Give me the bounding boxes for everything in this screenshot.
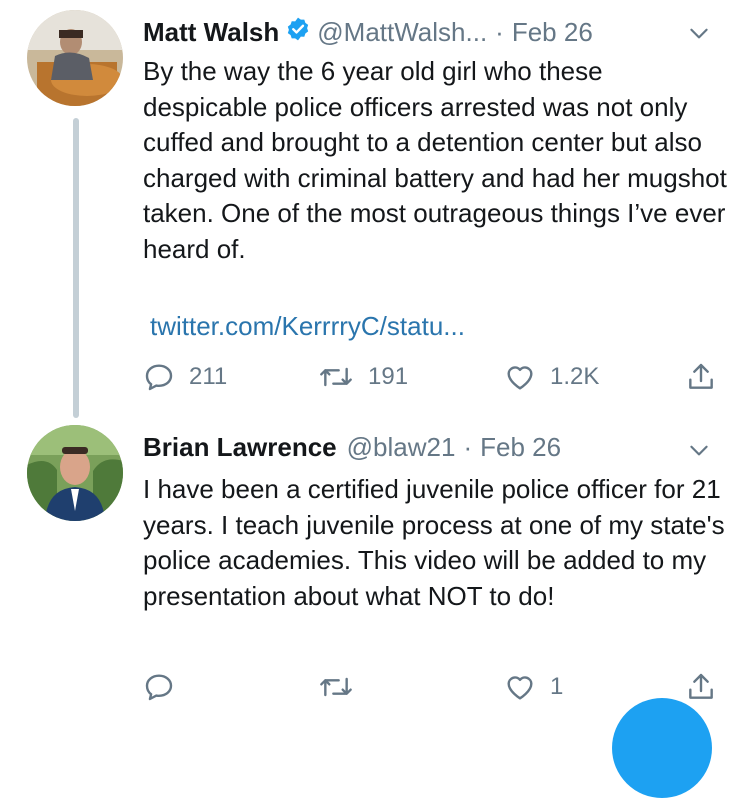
tweet-date[interactable]: Feb 26 <box>480 432 561 462</box>
reply-icon <box>143 671 175 703</box>
reply-button[interactable] <box>143 667 189 707</box>
display-name[interactable]: Brian Lawrence <box>143 432 337 462</box>
retweet-button[interactable] <box>318 667 368 707</box>
tweet-matt-walsh[interactable]: Matt Walsh @MattWalsh... · Feb 26 By the… <box>0 0 750 420</box>
avatar[interactable] <box>27 10 123 106</box>
tweet-actions: 1 <box>0 667 750 707</box>
tweet-text: By the way the 6 year old girl who these… <box>143 56 727 264</box>
chevron-down-icon[interactable] <box>686 20 712 46</box>
tweet-brian-lawrence[interactable]: Brian Lawrence @blaw21 · Feb 26 I have b… <box>0 420 750 720</box>
tweet-header: Matt Walsh @MattWalsh... · Feb 26 <box>143 16 593 48</box>
chevron-down-icon[interactable] <box>686 437 712 463</box>
reply-count: 211 <box>189 363 228 390</box>
like-icon <box>504 361 536 393</box>
reply-button[interactable]: 211 <box>143 357 227 397</box>
tweet-link[interactable]: twitter.com/KerrrryC/statu... <box>150 311 465 341</box>
tweet-text: I have been a certified juvenile police … <box>143 474 725 611</box>
like-icon <box>504 671 536 703</box>
user-handle[interactable]: @MattWalsh... <box>317 17 487 47</box>
share-icon <box>685 361 717 393</box>
separator-dot: · <box>495 17 504 47</box>
user-handle[interactable]: @blaw21 <box>347 432 456 462</box>
like-button[interactable]: 1 <box>504 667 563 707</box>
like-button[interactable]: 1.2K <box>504 357 599 397</box>
reply-icon <box>143 361 175 393</box>
verified-badge-icon <box>285 16 311 48</box>
retweet-button[interactable]: 191 <box>318 357 408 397</box>
tweet-actions: 211 191 1.2K <box>0 357 750 397</box>
tweet-header: Brian Lawrence @blaw21 · Feb 26 <box>143 432 561 462</box>
like-count: 1 <box>550 673 564 700</box>
share-button[interactable] <box>685 357 717 397</box>
separator-dot: · <box>463 432 473 462</box>
retweet-icon <box>318 361 354 393</box>
avatar[interactable] <box>27 425 123 521</box>
display-name[interactable]: Matt Walsh <box>143 17 279 47</box>
share-icon <box>685 671 717 703</box>
like-count: 1.2K <box>550 363 600 390</box>
retweet-icon <box>318 671 354 703</box>
retweet-count: 191 <box>368 363 409 390</box>
share-button[interactable] <box>685 667 717 707</box>
compose-tweet-button[interactable] <box>612 698 712 798</box>
tweet-date[interactable]: Feb 26 <box>512 17 593 47</box>
